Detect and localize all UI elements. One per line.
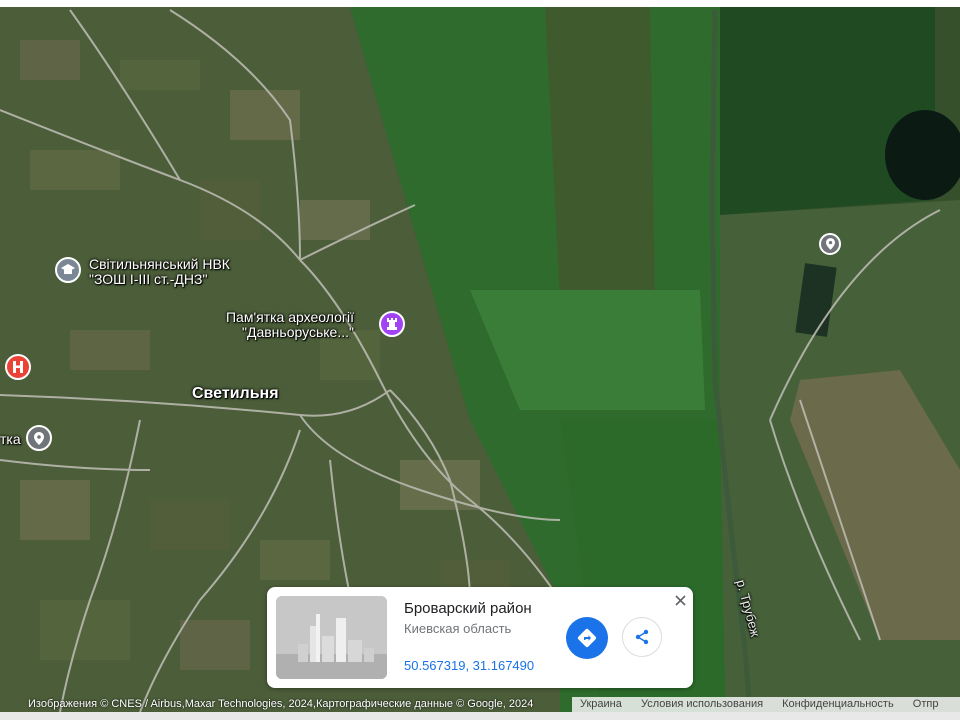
place-title: Броварский район [404, 600, 532, 617]
feedback-link[interactable]: Отпр [913, 698, 939, 710]
school-label-line1: Світильнянський НВК [89, 256, 230, 272]
directions-button[interactable] [566, 617, 608, 659]
place-subtitle: Киевская область [404, 621, 512, 636]
field-dark-stripes [545, 7, 655, 300]
school-label[interactable]: Світильнянський НВК "ЗОШ I-III ст.-ДНЗ" [89, 257, 230, 287]
city-placeholder-image [276, 596, 387, 679]
school-icon [61, 264, 75, 274]
country-link[interactable]: Украина [580, 698, 622, 710]
hospital-pin[interactable] [5, 354, 31, 380]
place-thumbnail[interactable] [276, 596, 387, 679]
location-pin-icon [825, 238, 835, 250]
chess-rook-icon [387, 318, 397, 330]
school-label-line2: "ЗОШ I-III ст.-ДНЗ" [89, 271, 208, 287]
monument-label[interactable]: Пам'ятка археології "Давньоруське..." [222, 310, 354, 340]
hospital-icon [13, 361, 23, 373]
close-button[interactable] [671, 591, 689, 609]
share-button[interactable] [622, 617, 662, 657]
footer-links: Украина Условия использования Конфиденци… [572, 697, 960, 712]
place-coordinates[interactable]: 50.567319, 31.167490 [404, 658, 534, 673]
town-label[interactable]: Светильня [192, 386, 279, 402]
school-pin[interactable] [55, 257, 81, 283]
share-icon [635, 629, 649, 645]
partial-place-label[interactable]: тка [0, 432, 21, 447]
monument-label-line1: Пам'ятка археології [225, 309, 354, 325]
monument-pin[interactable] [379, 311, 405, 337]
close-icon [674, 594, 686, 606]
terms-link[interactable]: Условия использования [641, 698, 763, 710]
monument-label-line2: "Давньоруське..." [242, 324, 354, 340]
directions-icon [577, 628, 597, 648]
privacy-link[interactable]: Конфиденциальность [782, 698, 894, 710]
map-canvas[interactable]: Світильнянський НВК "ЗОШ I-III ст.-ДНЗ" … [0, 0, 960, 720]
place-pin-right[interactable] [819, 233, 841, 255]
bottom-strip [0, 712, 960, 720]
place-info-card[interactable]: Броварский район Киевская область 50.567… [267, 587, 693, 688]
map-footer: Изображения © CNES / Airbus,Maxar Techno… [0, 697, 960, 712]
place-pin[interactable] [26, 425, 52, 451]
imagery-attribution: Изображения © CNES / Airbus,Maxar Techno… [28, 698, 534, 710]
location-pin-icon [34, 431, 44, 445]
